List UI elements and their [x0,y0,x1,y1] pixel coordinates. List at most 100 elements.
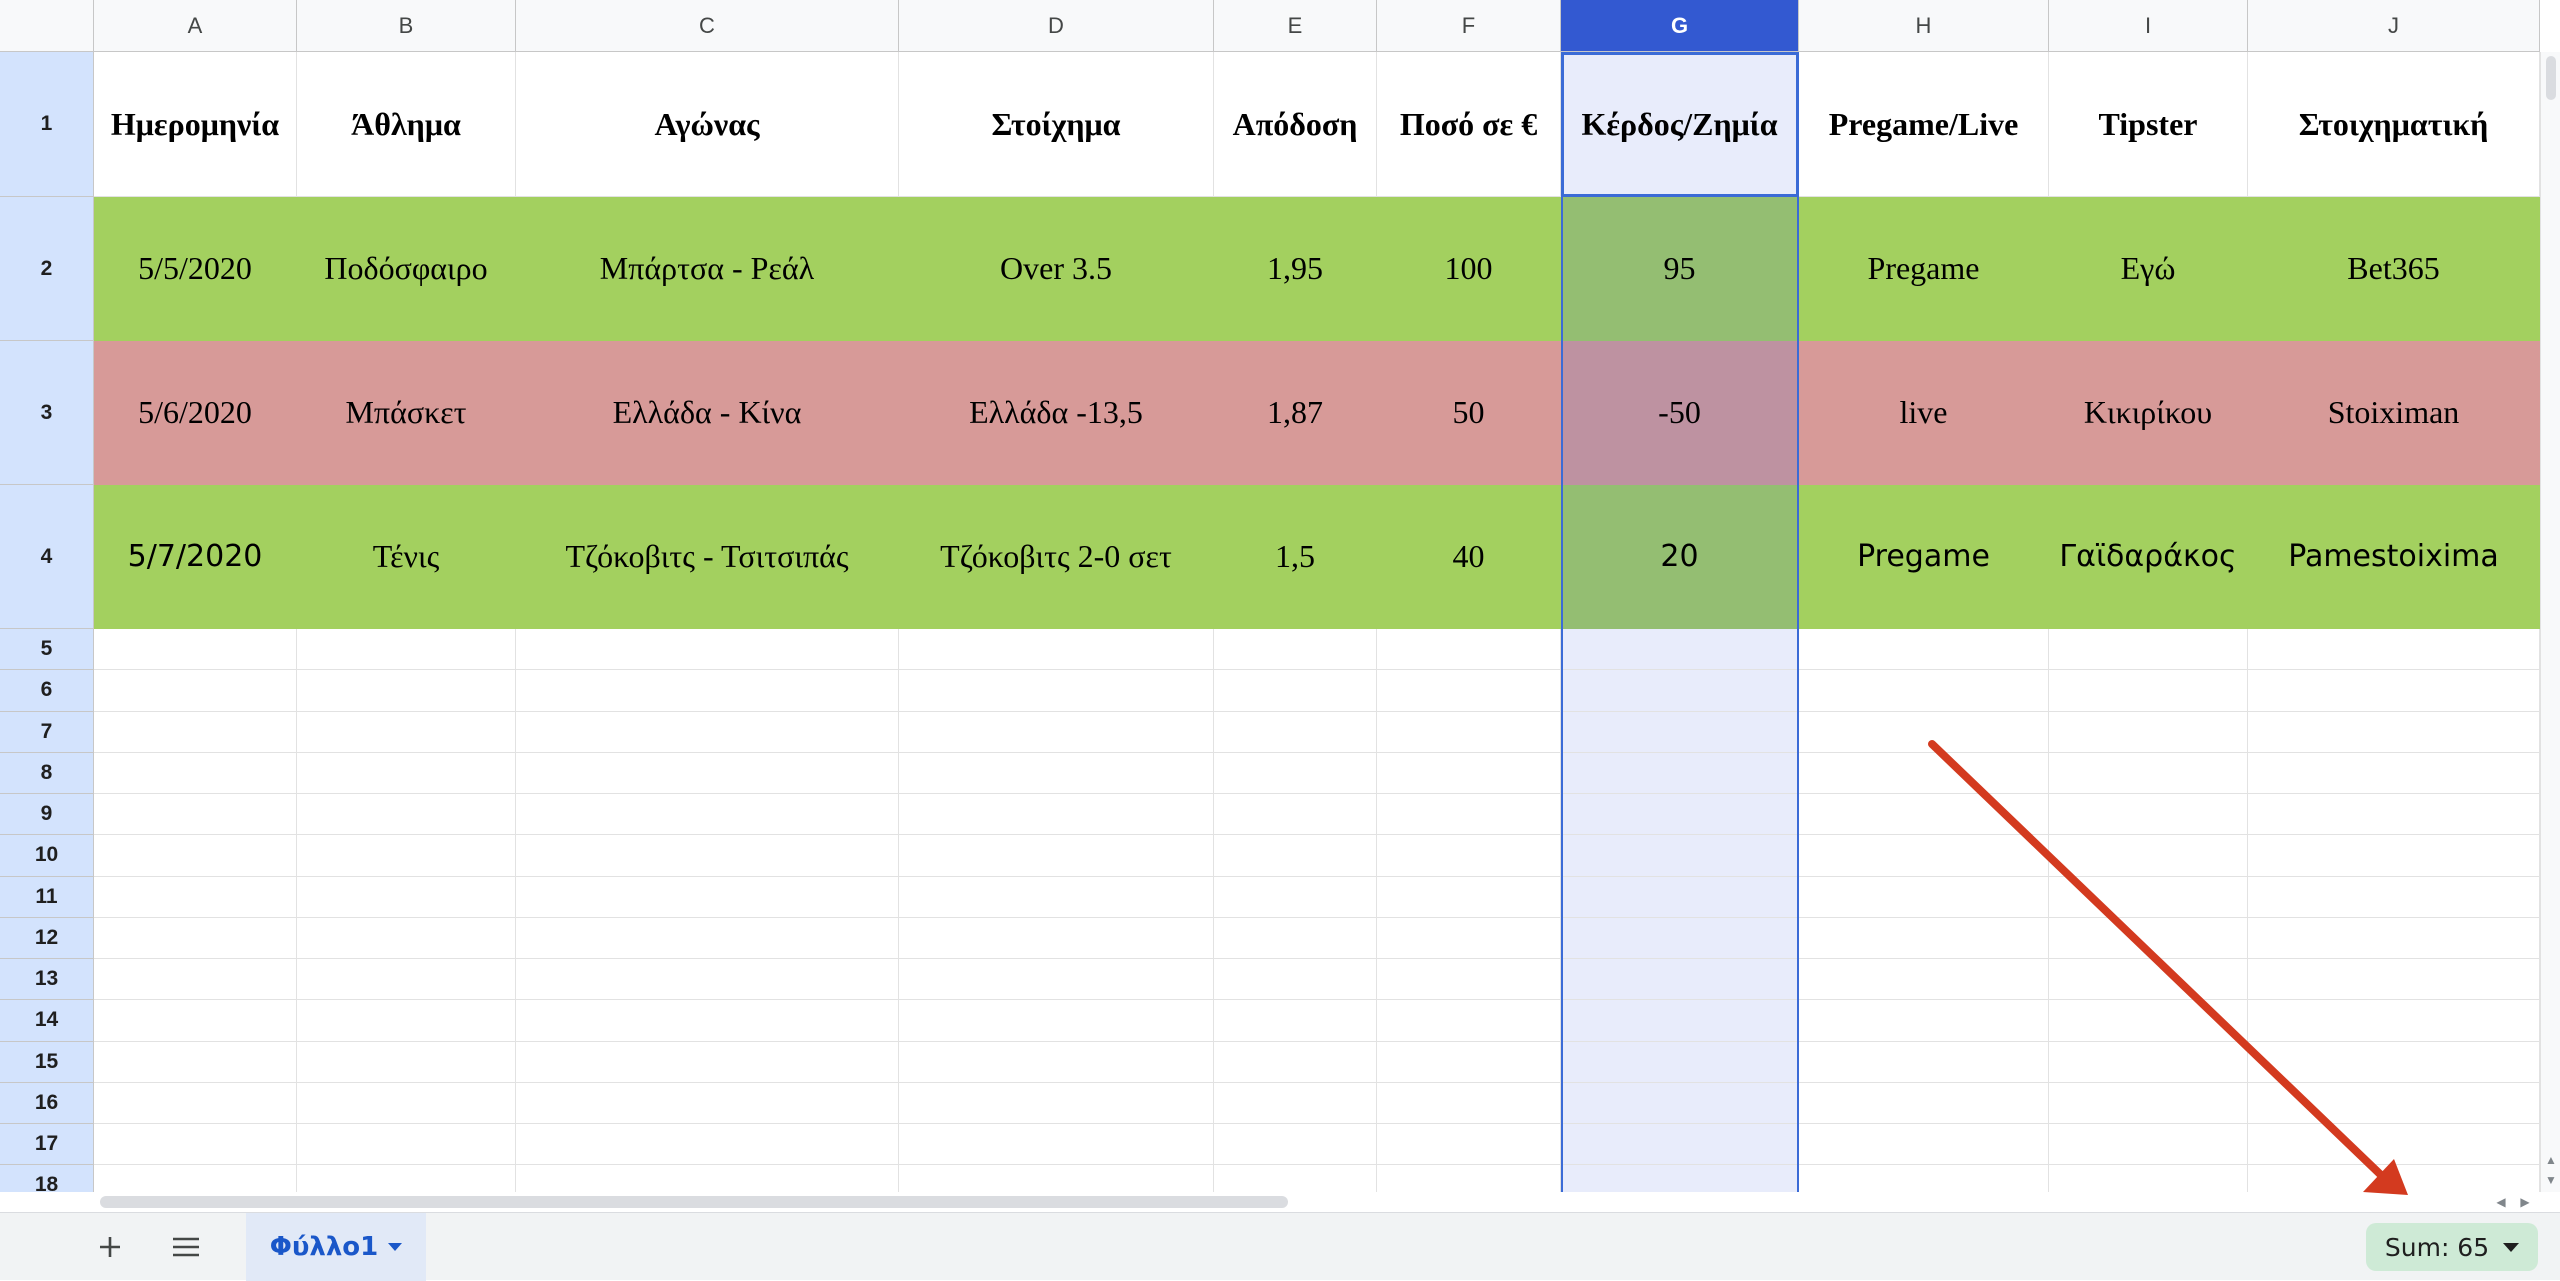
cell-d3[interactable]: Ελλάδα -13,5 [899,341,1214,485]
cell-a15[interactable] [94,1041,297,1083]
cell-b7[interactable] [297,711,516,753]
column-header-f[interactable]: F [1377,0,1561,52]
cell-e11[interactable] [1214,876,1377,918]
cell-e15[interactable] [1214,1041,1377,1083]
cell-c18[interactable] [516,1165,899,1192]
cell-j6[interactable] [2248,670,2540,712]
cell-i12[interactable] [2049,917,2248,959]
cell-e3[interactable]: 1,87 [1214,341,1377,485]
cell-e9[interactable] [1214,794,1377,836]
cell-b3[interactable]: Μπάσκετ [297,341,516,485]
cell-b17[interactable] [297,1124,516,1166]
cell-b18[interactable] [297,1165,516,1192]
cell-b6[interactable] [297,670,516,712]
row-header-12[interactable]: 12 [0,917,94,959]
cell-e8[interactable] [1214,752,1377,794]
cell-a4[interactable]: 5/7/2020 [94,485,297,629]
cell-c11[interactable] [516,876,899,918]
row-header-11[interactable]: 11 [0,876,94,918]
cell-c1[interactable]: Αγώνας [516,52,899,197]
cell-h13[interactable] [1799,959,2049,1001]
cell-h14[interactable] [1799,1000,2049,1042]
cell-b4[interactable]: Τένις [297,485,516,629]
cell-a3[interactable]: 5/6/2020 [94,341,297,485]
cell-j11[interactable] [2248,876,2540,918]
cell-c17[interactable] [516,1124,899,1166]
cell-g6[interactable] [1561,670,1799,712]
cell-j2[interactable]: Bet365 [2248,197,2540,341]
cell-d11[interactable] [899,876,1214,918]
cell-i10[interactable] [2049,835,2248,877]
cell-g1[interactable]: Κέρδος/Ζημία [1561,52,1799,197]
cell-i2[interactable]: Εγώ [2049,197,2248,341]
cell-h7[interactable] [1799,711,2049,753]
cell-g9[interactable] [1561,794,1799,836]
cell-a18[interactable] [94,1165,297,1192]
cell-e2[interactable]: 1,95 [1214,197,1377,341]
cell-j12[interactable] [2248,917,2540,959]
cell-h16[interactable] [1799,1082,2049,1124]
select-all-corner[interactable] [0,0,94,52]
cell-f9[interactable] [1377,794,1561,836]
cell-i16[interactable] [2049,1082,2248,1124]
cell-h10[interactable] [1799,835,2049,877]
cell-i18[interactable] [2049,1165,2248,1192]
cell-d18[interactable] [899,1165,1214,1192]
column-header-i[interactable]: I [2049,0,2248,52]
cell-c5[interactable] [516,629,899,671]
cell-b11[interactable] [297,876,516,918]
menu-icon[interactable] [164,1225,208,1269]
sum-explore-button[interactable]: Sum: 65 [2366,1223,2538,1271]
cell-g12[interactable] [1561,917,1799,959]
row-header-9[interactable]: 9 [0,794,94,836]
cell-h1[interactable]: Pregame/Live [1799,52,2049,197]
cell-i15[interactable] [2049,1041,2248,1083]
cell-i9[interactable] [2049,794,2248,836]
cell-b10[interactable] [297,835,516,877]
cell-d1[interactable]: Στοίχημα [899,52,1214,197]
cell-j14[interactable] [2248,1000,2540,1042]
row-header-7[interactable]: 7 [0,711,94,753]
cell-i8[interactable] [2049,752,2248,794]
cell-c6[interactable] [516,670,899,712]
cell-b1[interactable]: Άθλημα [297,52,516,197]
cell-h3[interactable]: live [1799,341,2049,485]
cell-g2[interactable]: 95 [1561,197,1799,341]
cell-a16[interactable] [94,1082,297,1124]
row-header-14[interactable]: 14 [0,1000,94,1042]
cell-f8[interactable] [1377,752,1561,794]
cell-f5[interactable] [1377,629,1561,671]
cell-i1[interactable]: Tipster [2049,52,2248,197]
cell-d13[interactable] [899,959,1214,1001]
cell-a9[interactable] [94,794,297,836]
cell-f15[interactable] [1377,1041,1561,1083]
cell-b5[interactable] [297,629,516,671]
cell-h11[interactable] [1799,876,2049,918]
cell-h2[interactable]: Pregame [1799,197,2049,341]
row-header-10[interactable]: 10 [0,835,94,877]
vertical-scroll-thumb[interactable] [2546,56,2556,100]
cell-h15[interactable] [1799,1041,2049,1083]
cell-c8[interactable] [516,752,899,794]
cell-j10[interactable] [2248,835,2540,877]
cell-b16[interactable] [297,1082,516,1124]
cell-a14[interactable] [94,1000,297,1042]
cell-e1[interactable]: Απόδοση [1214,52,1377,197]
cell-g13[interactable] [1561,959,1799,1001]
cell-j15[interactable] [2248,1041,2540,1083]
column-header-c[interactable]: C [516,0,899,52]
cell-d6[interactable] [899,670,1214,712]
cell-g8[interactable] [1561,752,1799,794]
cell-f10[interactable] [1377,835,1561,877]
cell-a10[interactable] [94,835,297,877]
cell-d5[interactable] [899,629,1214,671]
cell-d12[interactable] [899,917,1214,959]
cell-e10[interactable] [1214,835,1377,877]
cell-h12[interactable] [1799,917,2049,959]
cell-c14[interactable] [516,1000,899,1042]
cell-g18[interactable] [1561,1165,1799,1192]
plus-icon[interactable] [88,1225,132,1269]
cell-a5[interactable] [94,629,297,671]
cell-h8[interactable] [1799,752,2049,794]
cell-j9[interactable] [2248,794,2540,836]
